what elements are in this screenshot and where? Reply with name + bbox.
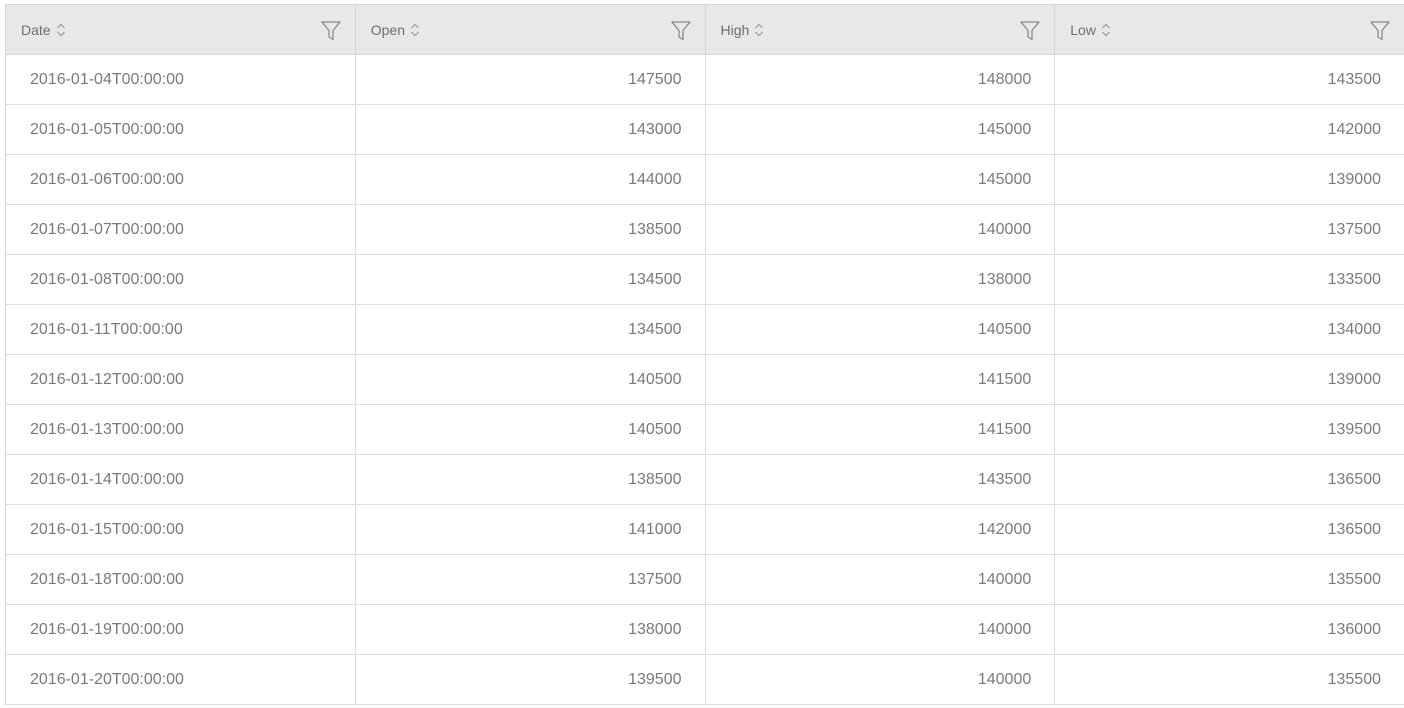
column-header-low[interactable]: Low xyxy=(1055,5,1404,54)
column-header-label: Open xyxy=(370,21,405,38)
low-cell: 135500 xyxy=(1327,670,1381,688)
column-header-date[interactable]: Date xyxy=(6,5,356,54)
low-cell: 136500 xyxy=(1327,470,1381,488)
date-cell: 2016-01-13T00:00:00 xyxy=(6,405,356,454)
date-cell: 2016-01-06T00:00:00 xyxy=(6,155,356,204)
filter-icon[interactable] xyxy=(1370,20,1390,42)
column-header-open[interactable]: Open xyxy=(356,5,706,54)
open-cell: 139500 xyxy=(356,655,706,704)
high-cell: 140000 xyxy=(706,655,1056,704)
table-row[interactable]: 2016-01-04T00:00:00 147500 148000 143500 xyxy=(6,55,1404,105)
date-cell: 2016-01-18T00:00:00 xyxy=(6,555,356,604)
date-cell: 2016-01-20T00:00:00 xyxy=(6,655,356,704)
table-row[interactable]: 2016-01-12T00:00:00 140500 141500 139000 xyxy=(6,355,1404,405)
low-cell: 136500 xyxy=(1327,520,1381,538)
date-cell: 2016-01-12T00:00:00 xyxy=(6,355,356,404)
date-cell: 2016-01-05T00:00:00 xyxy=(6,105,356,154)
table-row[interactable]: 2016-01-08T00:00:00 134500 138000 133500 xyxy=(6,255,1404,305)
low-cell: 139500 xyxy=(1327,420,1381,438)
high-cell: 142000 xyxy=(706,505,1056,554)
table-row[interactable]: 2016-01-13T00:00:00 140500 141500 139500 xyxy=(6,405,1404,455)
high-cell: 140000 xyxy=(706,205,1056,254)
date-cell: 2016-01-19T00:00:00 xyxy=(6,605,356,654)
sort-icon[interactable] xyxy=(410,21,420,39)
table-row[interactable]: 2016-01-07T00:00:00 138500 140000 137500 xyxy=(6,205,1404,255)
low-cell: 134000 xyxy=(1327,320,1381,338)
open-cell: 143000 xyxy=(356,105,706,154)
high-cell: 140000 xyxy=(706,555,1056,604)
high-cell: 145000 xyxy=(706,155,1056,204)
high-cell: 140000 xyxy=(706,605,1056,654)
table-row[interactable]: 2016-01-06T00:00:00 144000 145000 139000 xyxy=(6,155,1404,205)
date-cell: 2016-01-07T00:00:00 xyxy=(6,205,356,254)
high-cell: 143500 xyxy=(706,455,1056,504)
filter-icon[interactable] xyxy=(1020,20,1040,42)
column-header-label: High xyxy=(720,21,750,38)
high-cell: 140500 xyxy=(706,305,1056,354)
data-grid: Date Open High Low 2016-01-04T00:00:00 1… xyxy=(5,4,1404,705)
open-cell: 138000 xyxy=(356,605,706,654)
low-cell: 136000 xyxy=(1327,620,1381,638)
low-cell: 143500 xyxy=(1327,70,1381,88)
low-cell: 142000 xyxy=(1327,120,1381,138)
column-header-label: Date xyxy=(21,21,51,38)
table-row[interactable]: 2016-01-14T00:00:00 138500 143500 136500 xyxy=(6,455,1404,505)
high-cell: 148000 xyxy=(706,55,1056,104)
open-cell: 138500 xyxy=(356,205,706,254)
low-cell: 137500 xyxy=(1327,220,1381,238)
table-row[interactable]: 2016-01-19T00:00:00 138000 140000 136000 xyxy=(6,605,1404,655)
open-cell: 140500 xyxy=(356,355,706,404)
grid-body: 2016-01-04T00:00:00 147500 148000 143500… xyxy=(6,55,1404,705)
open-cell: 140500 xyxy=(356,405,706,454)
high-cell: 141500 xyxy=(706,405,1056,454)
filter-icon[interactable] xyxy=(670,20,691,42)
open-cell: 134500 xyxy=(356,305,706,354)
sort-icon[interactable] xyxy=(1101,21,1111,39)
sort-icon[interactable] xyxy=(56,21,66,39)
table-row[interactable]: 2016-01-11T00:00:00 134500 140500 134000 xyxy=(6,305,1404,355)
open-cell: 137500 xyxy=(356,555,706,604)
high-cell: 141500 xyxy=(706,355,1056,404)
open-cell: 138500 xyxy=(356,455,706,504)
grid-header-row: Date Open High Low xyxy=(6,5,1404,55)
open-cell: 141000 xyxy=(356,505,706,554)
date-cell: 2016-01-08T00:00:00 xyxy=(6,255,356,304)
date-cell: 2016-01-14T00:00:00 xyxy=(6,455,356,504)
high-cell: 138000 xyxy=(706,255,1056,304)
open-cell: 147500 xyxy=(356,55,706,104)
low-cell: 139000 xyxy=(1327,170,1381,188)
high-cell: 145000 xyxy=(706,105,1056,154)
date-cell: 2016-01-04T00:00:00 xyxy=(6,55,356,104)
table-row[interactable]: 2016-01-15T00:00:00 141000 142000 136500 xyxy=(6,505,1404,555)
filter-icon[interactable] xyxy=(321,20,341,42)
open-cell: 144000 xyxy=(356,155,706,204)
date-cell: 2016-01-11T00:00:00 xyxy=(6,305,356,354)
sort-icon[interactable] xyxy=(754,21,764,39)
low-cell: 133500 xyxy=(1327,270,1381,288)
table-row[interactable]: 2016-01-05T00:00:00 143000 145000 142000 xyxy=(6,105,1404,155)
date-cell: 2016-01-15T00:00:00 xyxy=(6,505,356,554)
column-header-high[interactable]: High xyxy=(706,5,1056,54)
open-cell: 134500 xyxy=(356,255,706,304)
table-row[interactable]: 2016-01-20T00:00:00 139500 140000 135500 xyxy=(6,655,1404,705)
table-row[interactable]: 2016-01-18T00:00:00 137500 140000 135500 xyxy=(6,555,1404,605)
column-header-label: Low xyxy=(1070,21,1096,38)
low-cell: 135500 xyxy=(1327,570,1381,588)
low-cell: 139000 xyxy=(1327,370,1381,388)
